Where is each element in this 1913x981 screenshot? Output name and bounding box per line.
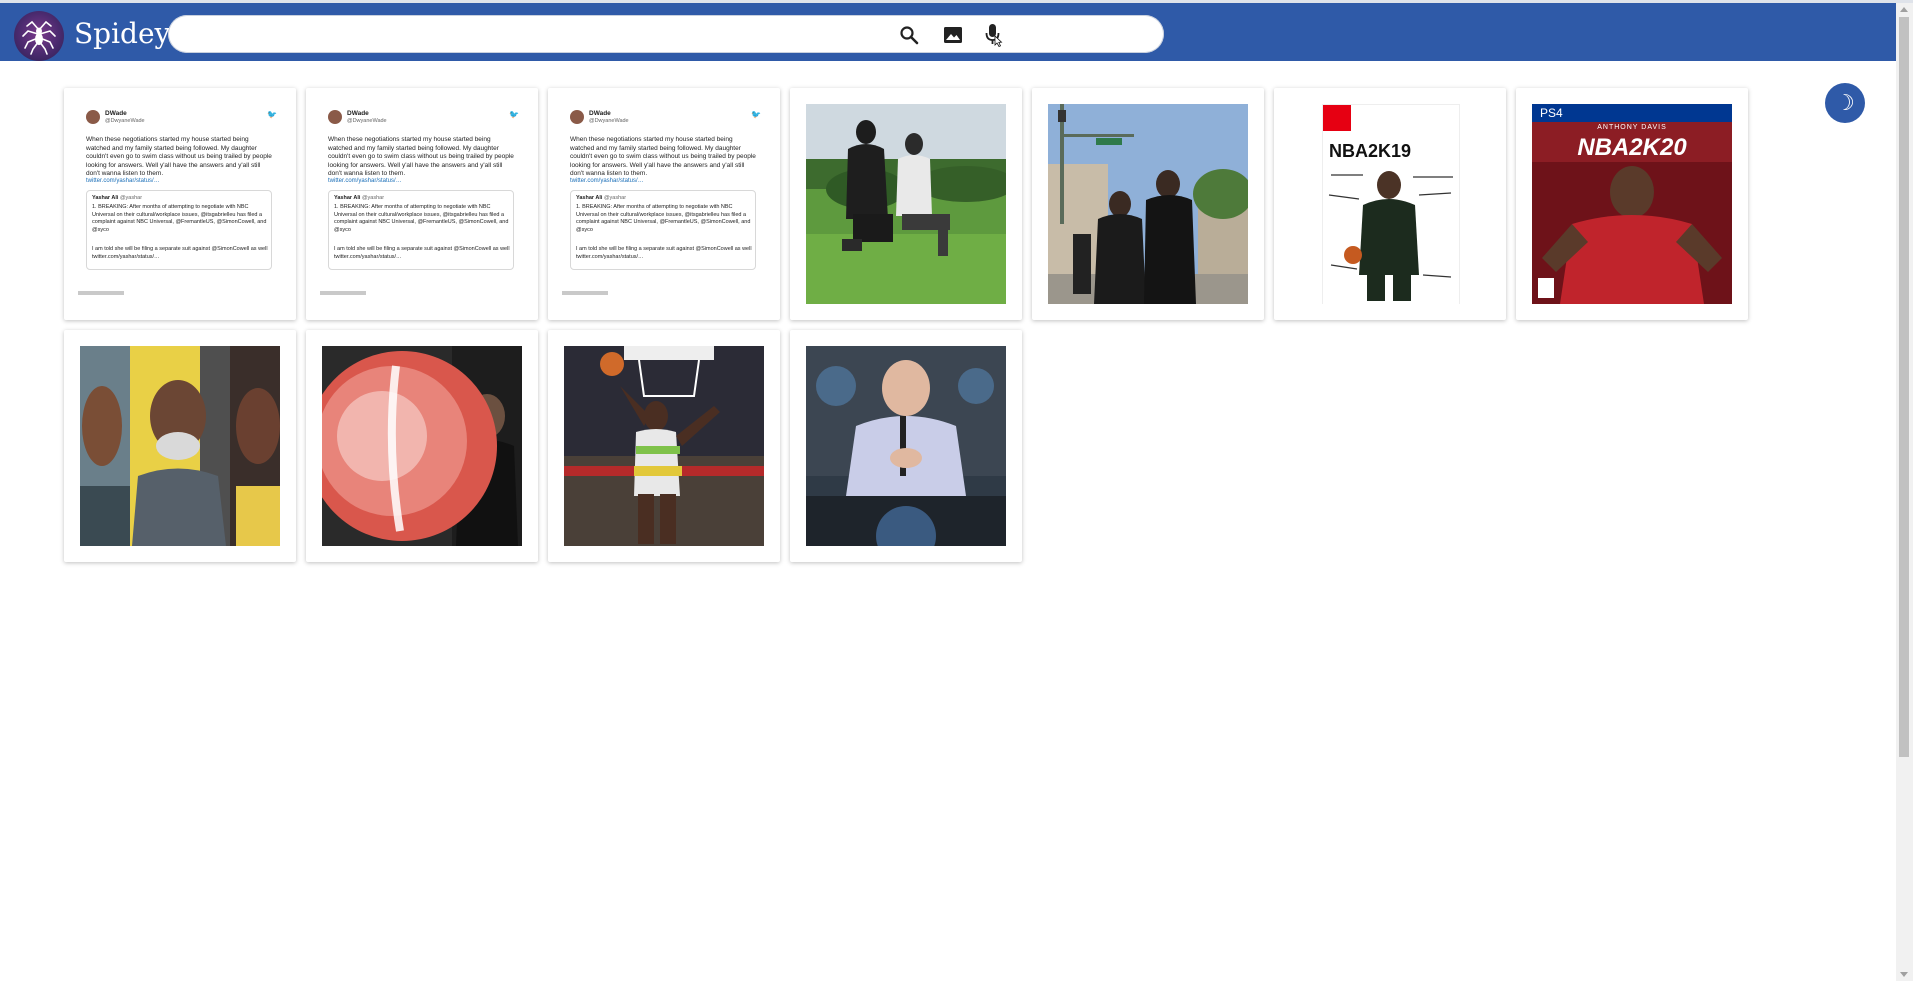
avatar [86,110,100,124]
image-search-icon[interactable] [941,23,965,47]
quoted-text-2: I am told she will be filing a separate … [92,246,268,260]
dunk-photo [564,346,764,546]
spider-logo-icon[interactable] [14,11,64,61]
app-name[interactable]: Spidey [74,17,170,51]
result-card[interactable]: DWade @DwyaneWade 🐦 When these negotiati… [548,88,780,320]
press-conference-photo [806,346,1006,546]
tweet-text: When these negotiations started my house… [86,136,272,177]
tweet-author: DWade [589,110,611,117]
twitter-bird-icon: 🐦 [267,110,277,119]
twitter-bird-icon: 🐦 [509,110,519,119]
avatar [328,110,342,124]
search-bar[interactable] [168,15,1164,53]
nba2k20-cover: PS4 ANTHONY DAVIS NBA2K20 [1532,104,1732,304]
quoted-text-2: I am told she will be filing a separate … [576,246,752,260]
search-input[interactable] [184,21,888,49]
cover-subtitle: ANTHONY DAVIS [1597,124,1667,131]
quoted-tweet: Yashar Ali @yashar 1. BREAKING: After mo… [328,190,514,270]
microphone-icon[interactable] [982,23,1006,47]
twitter-bird-icon: 🐦 [751,110,761,119]
tweet-text: When these negotiations started my house… [328,136,514,177]
credit-bar [320,291,366,295]
tweet-text: When these negotiations started my house… [570,136,756,177]
tweet-handle: @DwyaneWade [589,118,629,124]
scrollbar-thumb[interactable] [1899,17,1909,757]
result-card[interactable] [790,88,1022,320]
quoted-tweet: Yashar Ali @yashar 1. BREAKING: After mo… [570,190,756,270]
quoted-text: 1. BREAKING: After months of attempting … [92,204,267,233]
result-card[interactable]: DWade @DwyaneWade 🐦 When these negotiati… [64,88,296,320]
cover-title: NBA2K19 [1329,141,1412,161]
cover-title: NBA2K20 [1577,134,1687,161]
quoted-tweet: Yashar Ali @yashar 1. BREAKING: After mo… [86,190,272,270]
tweet-author: DWade [347,110,369,117]
result-card[interactable] [64,330,296,562]
quoted-text: 1. BREAKING: After months of attempting … [576,204,751,233]
result-card[interactable]: DWade @DwyaneWade 🐦 When these negotiati… [306,88,538,320]
result-card[interactable]: NBA2K19 [1274,88,1506,320]
scroll-down-icon[interactable] [1900,972,1908,977]
players-collage-photo [80,346,280,546]
quoted-author: Yashar Ali @yashar [334,195,385,201]
result-card[interactable] [790,330,1022,562]
switch-logo-icon [1323,105,1351,131]
dark-mode-toggle[interactable]: ☽ [1825,83,1865,123]
tweet-link: twitter.com/yashar/status/… [328,178,402,184]
nba2k19-cover: NBA2K19 [1290,104,1490,304]
street-march-photo [1048,104,1248,304]
tweet-handle: @DwyaneWade [347,118,387,124]
quoted-author: Yashar Ali @yashar [92,195,143,201]
quoted-author: Yashar Ali @yashar [576,195,627,201]
quoted-text: 1. BREAKING: After months of attempting … [334,204,509,233]
tweet-link: twitter.com/yashar/status/… [570,178,644,184]
scroll-up-icon[interactable] [1900,7,1908,12]
page-scrollbar[interactable] [1896,3,1913,981]
tweet-link: twitter.com/yashar/status/… [86,178,160,184]
credit-bar [562,291,608,295]
platform-banner: PS4 [1532,104,1732,122]
avatar [570,110,584,124]
result-card[interactable] [548,330,780,562]
tweet-author: DWade [105,110,127,117]
result-card[interactable] [306,330,538,562]
result-card[interactable] [1032,88,1264,320]
top-bar: Spidey [0,3,1896,61]
tweet-handle: @DwyaneWade [105,118,145,124]
basketball-blur-photo [322,346,522,546]
quoted-text-2: I am told she will be filing a separate … [334,246,510,260]
search-icon[interactable] [897,23,921,47]
protest-kneeling-photo [806,104,1006,304]
moon-icon: ☽ [1835,90,1855,116]
credit-bar [78,291,124,295]
result-card[interactable]: PS4 ANTHONY DAVIS NBA2K20 [1516,88,1748,320]
